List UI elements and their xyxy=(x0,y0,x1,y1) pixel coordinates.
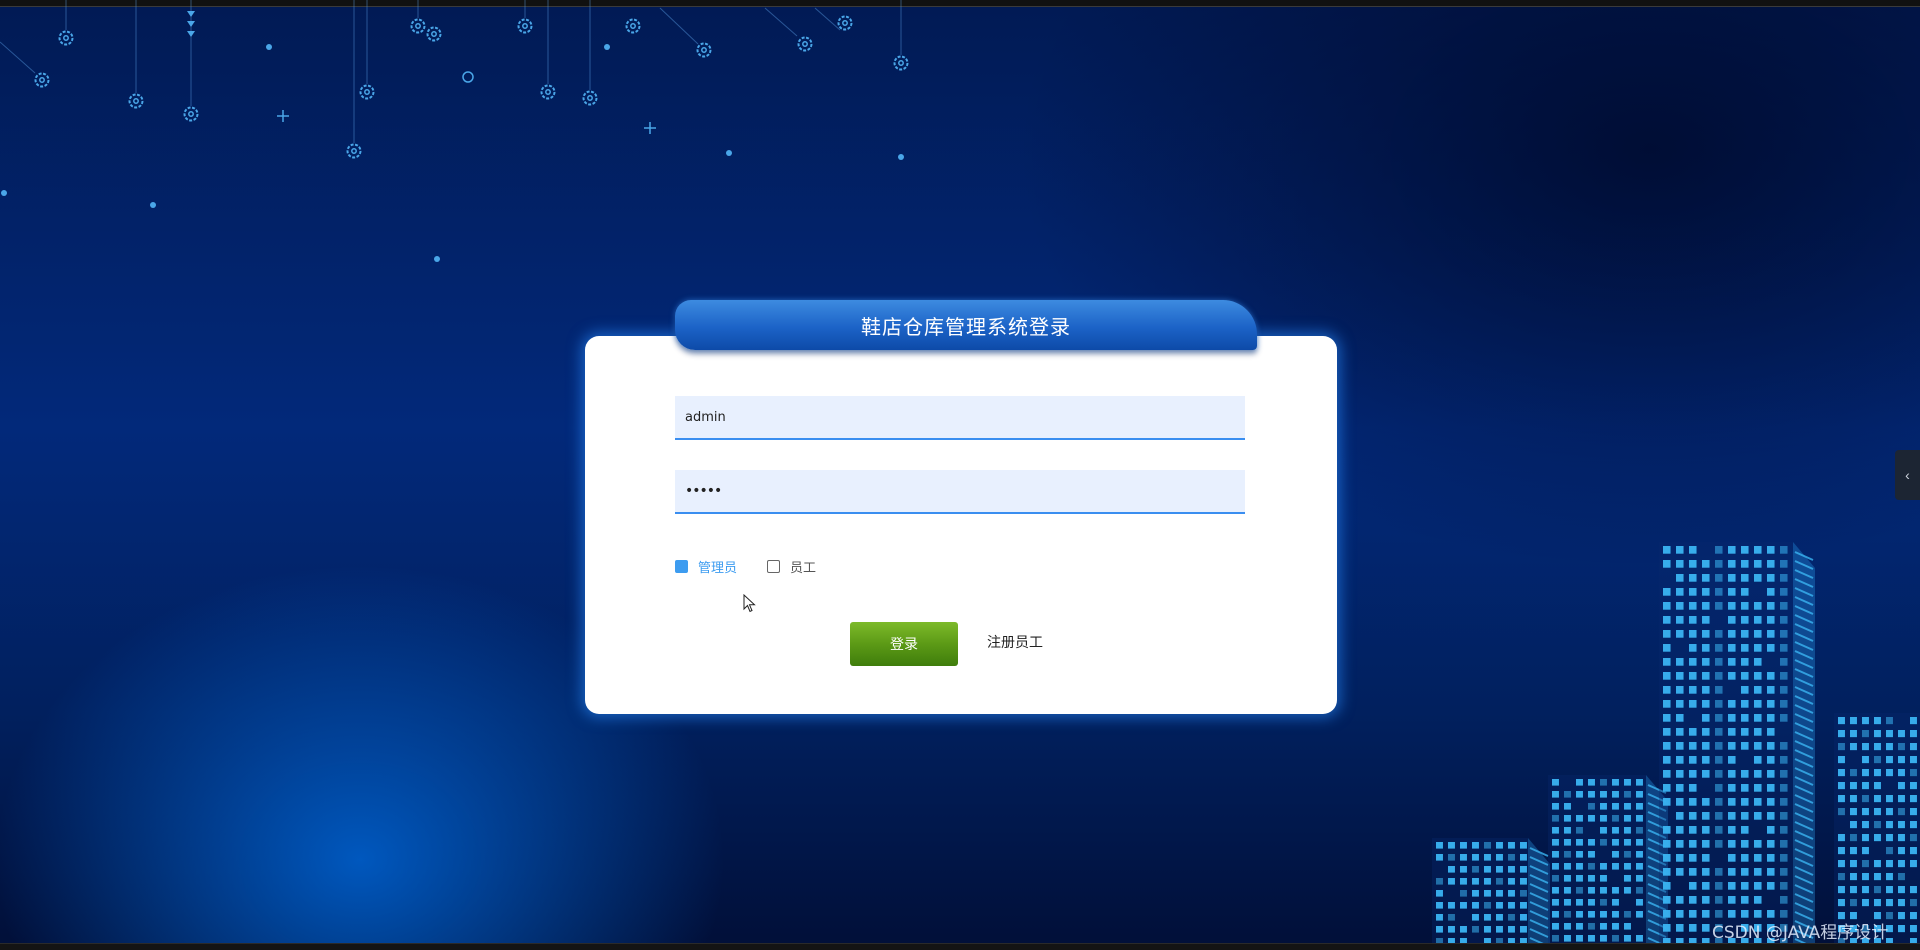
role-admin-option[interactable]: 管理员 xyxy=(675,557,737,576)
role-selector: 管理员 员工 xyxy=(675,556,846,576)
role-staff-label: 员工 xyxy=(790,559,817,575)
checkbox-checked-icon[interactable] xyxy=(675,559,688,573)
chevron-left-icon[interactable]: ‹ xyxy=(1895,450,1920,500)
login-panel xyxy=(585,336,1337,714)
login-button[interactable]: 登录 xyxy=(850,622,958,666)
login-screen: 鞋店仓库管理系统登录 管理员 员工 登录 注册员工 ‹ CSDN @JAVA程序… xyxy=(0,0,1920,950)
watermark-text: CSDN @JAVA程序设计 xyxy=(1712,923,1889,943)
login-title: 鞋店仓库管理系统登录 xyxy=(675,300,1257,350)
checkbox-unchecked-icon[interactable] xyxy=(767,559,781,573)
register-staff-link[interactable]: 注册员工 xyxy=(987,632,1043,652)
role-admin-label: 管理员 xyxy=(698,559,738,575)
username-input[interactable] xyxy=(675,396,1245,440)
mouse-cursor-icon xyxy=(743,594,756,613)
password-input[interactable] xyxy=(675,470,1245,514)
bottom-window-border xyxy=(0,943,1920,950)
role-staff-option[interactable]: 员工 xyxy=(767,557,816,576)
